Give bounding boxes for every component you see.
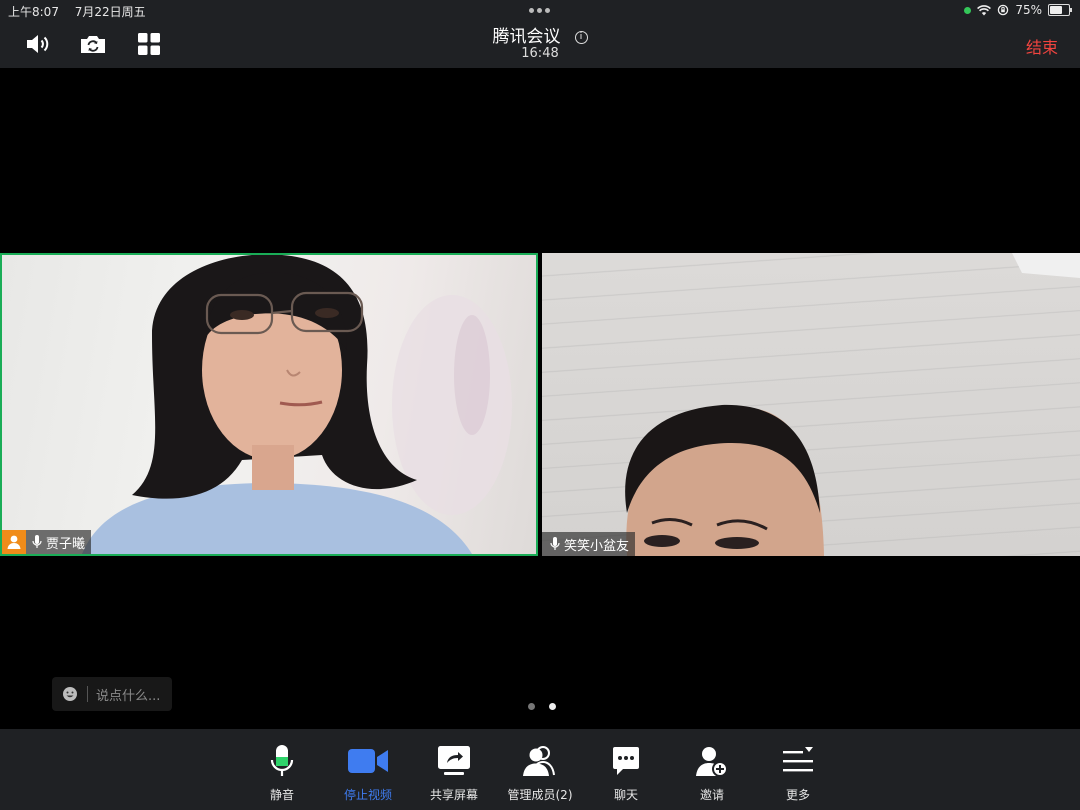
page-indicator[interactable] bbox=[528, 703, 556, 710]
meeting-duration: 16:48 bbox=[521, 46, 559, 61]
chat-input-placeholder: 说点什么... bbox=[96, 688, 161, 704]
end-meeting-button[interactable]: 结束 bbox=[1026, 34, 1058, 58]
battery-icon bbox=[1048, 4, 1072, 16]
meeting-title: 腾讯会议 bbox=[492, 27, 561, 47]
emoji-icon[interactable] bbox=[61, 685, 79, 703]
meeting-title-area: 腾讯会议 i bbox=[0, 22, 1080, 47]
info-icon[interactable]: i bbox=[574, 31, 588, 44]
page-dot-2[interactable] bbox=[549, 703, 556, 710]
chat-quick-input[interactable]: 说点什么... bbox=[52, 677, 172, 711]
participant-video-image bbox=[625, 253, 1080, 556]
participant-name-tag: 贾子曦 bbox=[2, 530, 92, 554]
video-tile-participant-2[interactable]: 笑笑小盆友 bbox=[542, 253, 1080, 556]
status-bar: 上午8:07 7月22日周五 75% bbox=[0, 0, 1080, 20]
share-screen-icon bbox=[438, 746, 470, 775]
multitasking-grabber-icon[interactable] bbox=[529, 8, 550, 13]
meeting-toolbar: 静音 停止视频 共享屏幕 管理成员(2) 聊天 邀请 更多 bbox=[0, 729, 1080, 810]
more-button[interactable]: 更多 bbox=[753, 729, 843, 810]
input-separator bbox=[87, 686, 88, 702]
participant-name: 贾子曦 bbox=[46, 536, 86, 552]
wifi-icon bbox=[977, 4, 992, 15]
battery-fill bbox=[1050, 6, 1062, 14]
page-dot-1[interactable] bbox=[528, 703, 535, 710]
status-date: 7月22日周五 bbox=[74, 5, 146, 19]
camera-in-use-indicator-icon bbox=[964, 6, 972, 14]
microphone-on-icon bbox=[546, 532, 564, 556]
invite-user-icon bbox=[696, 747, 728, 777]
chat-icon bbox=[613, 747, 639, 775]
video-tile-participant-1[interactable]: 贾子曦 bbox=[0, 253, 538, 556]
participant-video-image bbox=[82, 255, 512, 554]
status-right: 75% bbox=[964, 3, 1072, 17]
members-icon bbox=[523, 746, 555, 776]
orientation-lock-icon bbox=[998, 4, 1009, 16]
microphone-icon bbox=[270, 745, 294, 776]
microphone-on-icon bbox=[28, 530, 46, 554]
status-left: 上午8:07 7月22日周五 bbox=[8, 3, 146, 20]
participant-name-tag: 笑笑小盆友 bbox=[542, 532, 636, 556]
participant-name: 笑笑小盆友 bbox=[564, 538, 630, 554]
participant-video-feed bbox=[2, 255, 536, 554]
meeting-header: 腾讯会议 i 16:48 结束 bbox=[0, 20, 1080, 68]
status-time: 上午8:07 bbox=[8, 5, 59, 19]
host-icon bbox=[2, 530, 26, 554]
more-menu-icon bbox=[783, 747, 813, 772]
video-camera-icon bbox=[348, 749, 388, 773]
participant-video-feed bbox=[542, 253, 1080, 556]
more-label: 更多 bbox=[785, 788, 810, 802]
battery-percentage: 75% bbox=[1015, 3, 1042, 17]
